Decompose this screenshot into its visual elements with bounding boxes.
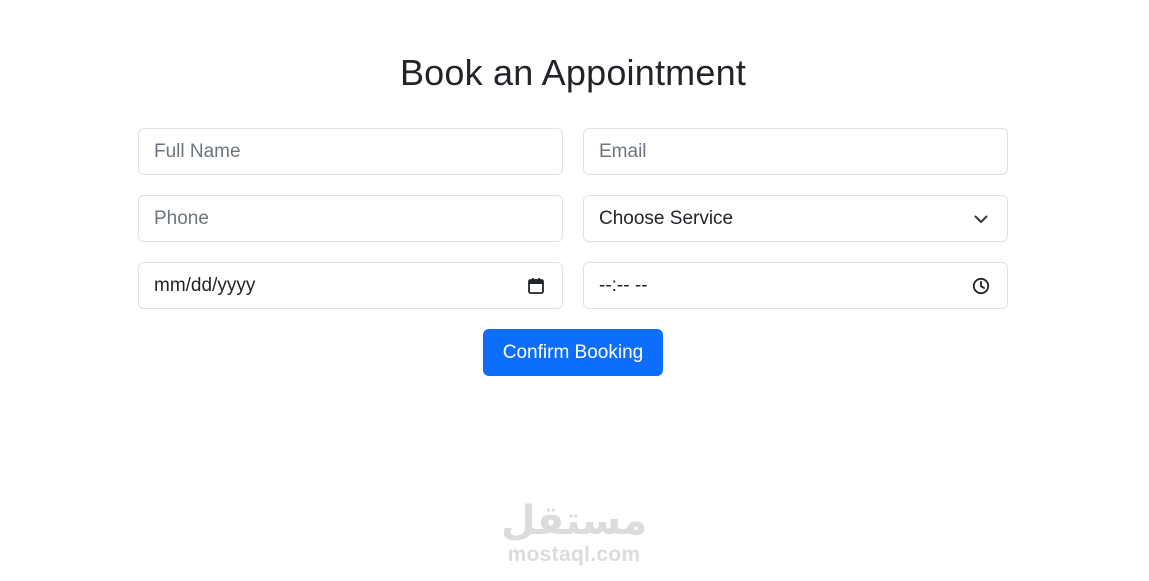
date-format-text: mm/dd/yyyy [154, 274, 256, 296]
time-input[interactable]: --:-- -- [583, 262, 1008, 309]
clock-icon[interactable] [970, 275, 992, 297]
service-selected-value: Choose Service [599, 207, 734, 229]
time-format-text: --:-- -- [599, 274, 648, 296]
full-name-input[interactable]: Full Name [138, 128, 563, 175]
email-input[interactable]: Email [583, 128, 1008, 175]
mostaql-watermark: مستقل mostaql.com [488, 498, 660, 566]
full-name-placeholder: Full Name [154, 140, 241, 162]
booking-page: Book an Appointment Full Name Email Phon… [0, 0, 1149, 581]
phone-placeholder: Phone [154, 207, 209, 229]
email-placeholder: Email [599, 140, 647, 162]
date-input[interactable]: mm/dd/yyyy [138, 262, 563, 309]
page-title: Book an Appointment [399, 52, 747, 93]
service-select[interactable]: Choose Service [583, 195, 1008, 242]
watermark-domain: mostaql.com [507, 543, 641, 566]
chevron-down-icon [970, 208, 992, 230]
calendar-icon[interactable] [525, 275, 547, 297]
phone-input[interactable]: Phone [138, 195, 563, 242]
confirm-booking-button[interactable]: Confirm Booking [483, 329, 663, 376]
watermark-arabic-logo: مستقل [500, 498, 648, 544]
